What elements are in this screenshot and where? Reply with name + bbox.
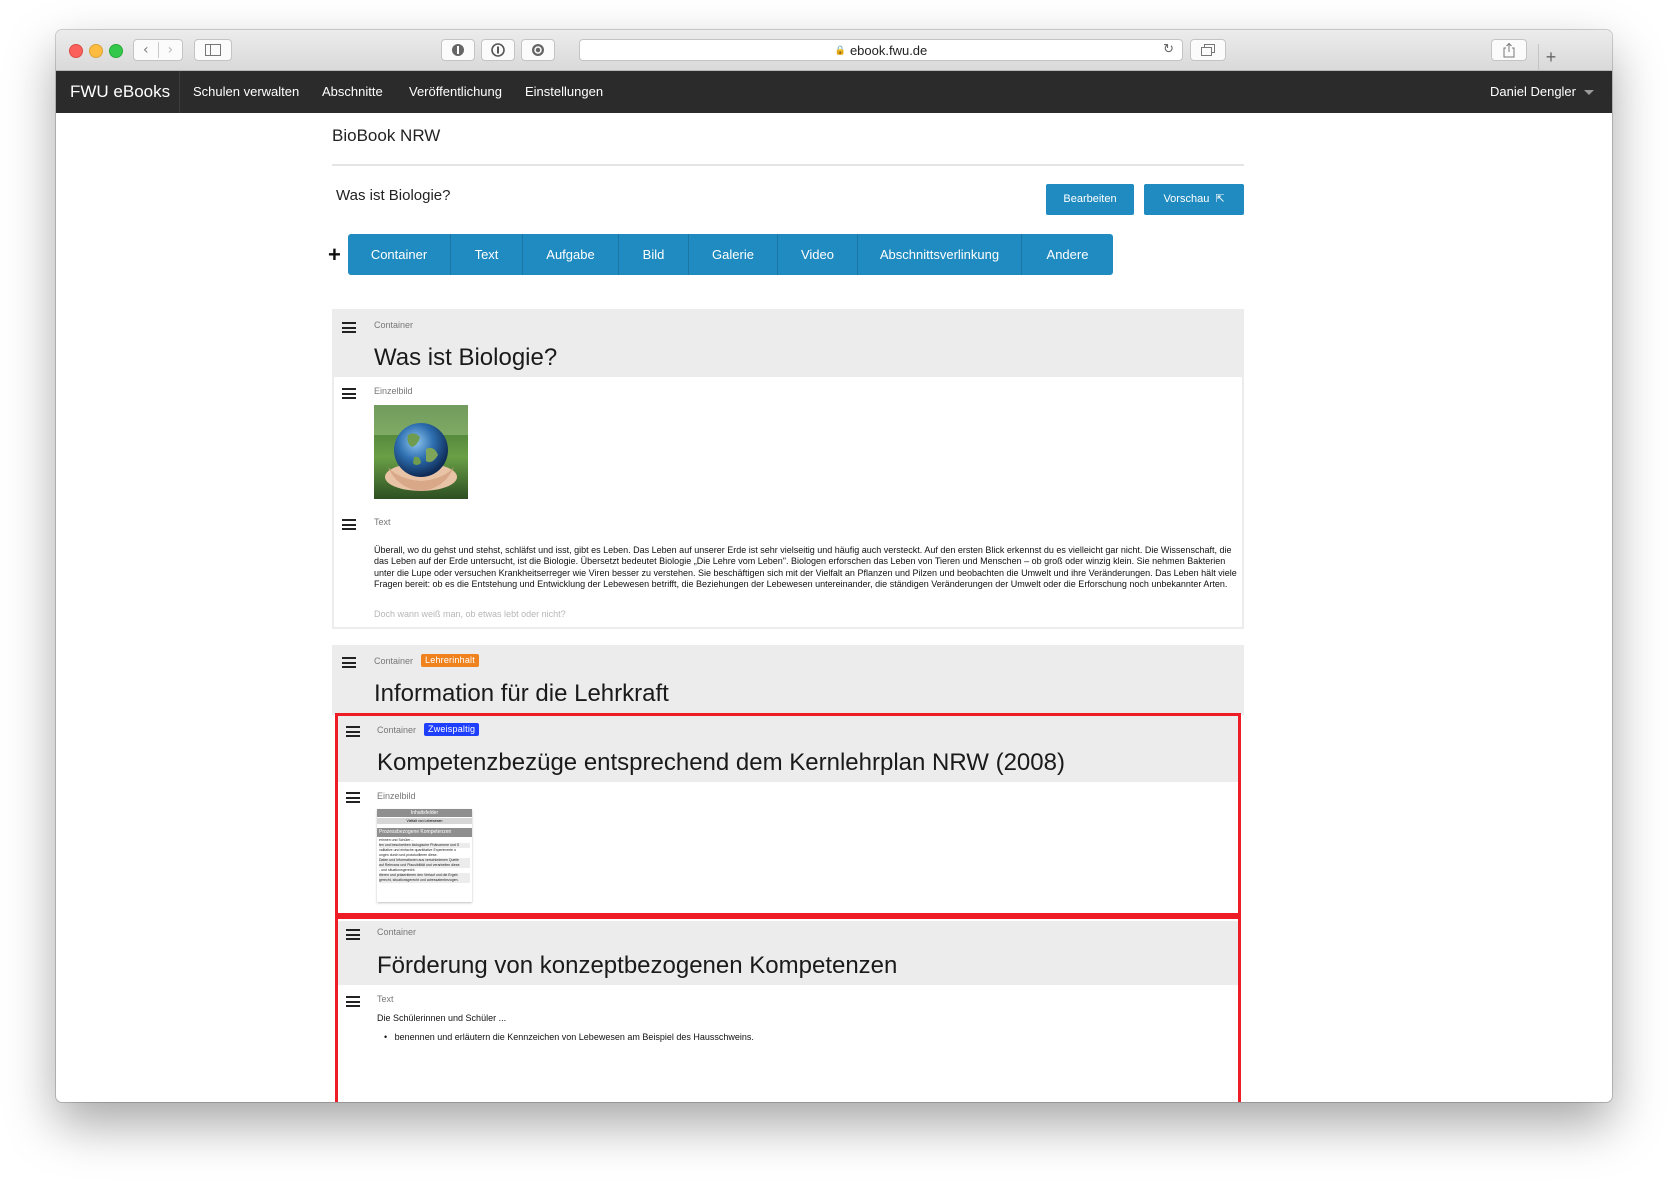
chevron-left-icon[interactable]: ‹ bbox=[134, 42, 158, 58]
insert-container-button[interactable]: Container bbox=[348, 234, 451, 275]
kompetenz-table-thumbnail[interactable]: Inhaltsfelder Vielfalt von Lebewesen Pro… bbox=[377, 809, 472, 902]
chevron-right-icon[interactable]: › bbox=[157, 42, 183, 58]
list-item-text: benennen und erläutern die Kennzeichen v… bbox=[394, 1032, 754, 1042]
password-manager-icon bbox=[491, 43, 505, 57]
section-title: Was ist Biologie? bbox=[336, 187, 451, 204]
external-link-icon: ⇱ bbox=[1215, 193, 1225, 205]
insert-video-button[interactable]: Video bbox=[778, 234, 858, 275]
drag-handle-icon[interactable] bbox=[342, 322, 356, 333]
nav-item-veroeffentlichung[interactable]: Veröffentlichung bbox=[409, 71, 502, 113]
ghostery-icon bbox=[452, 44, 464, 56]
block-type-label: Container bbox=[377, 725, 417, 735]
block-type-label: Container bbox=[374, 320, 414, 330]
nav-item-einstellungen[interactable]: Einstellungen bbox=[525, 71, 603, 113]
block-type-label: Text bbox=[377, 994, 394, 1004]
title-divider bbox=[332, 164, 1244, 166]
plus-icon: + bbox=[1545, 46, 1557, 67]
text-paragraph: Überall, wo du gehst und stehst, schläfs… bbox=[374, 545, 1237, 589]
close-window-button[interactable] bbox=[69, 44, 83, 58]
nav-item-schulen[interactable]: Schulen verwalten bbox=[193, 71, 299, 113]
book-title: BioBook NRW bbox=[332, 126, 441, 145]
insert-galerie-button[interactable]: Galerie bbox=[689, 234, 778, 275]
block-type-label: Text bbox=[374, 517, 391, 527]
lock-icon: 🔒 bbox=[834, 44, 846, 55]
brand-link[interactable]: FWU eBooks bbox=[70, 71, 170, 113]
insert-andere-button[interactable]: Andere bbox=[1022, 234, 1113, 275]
block-type-label: Container bbox=[377, 927, 417, 937]
tabs-icon bbox=[1201, 44, 1215, 56]
grammarly-icon bbox=[532, 44, 544, 56]
thumb-band: Prozessbezogene Kompetenzen bbox=[377, 828, 472, 837]
drag-handle-icon[interactable] bbox=[342, 519, 356, 530]
container-heading: Förderung von konzeptbezogenen Kompetenz… bbox=[377, 952, 898, 979]
container-heading: Information für die Lehrkraft bbox=[374, 680, 669, 707]
container-heading: Kompetenzbezüge entsprechend dem Kernleh… bbox=[377, 749, 1065, 776]
insert-block-toolbar: Container Text Aufgabe Bild Galerie Vide… bbox=[348, 234, 1113, 275]
block-type-label: Einzelbild bbox=[377, 791, 416, 801]
back-forward-group: ‹ › bbox=[133, 39, 183, 61]
preview-button[interactable]: Vorschau ⇱ bbox=[1144, 184, 1244, 215]
block-type-label: Einzelbild bbox=[374, 386, 413, 396]
zweispaltig-badge: Zweispaltig bbox=[424, 723, 480, 736]
user-name: Daniel Dengler bbox=[1490, 84, 1576, 99]
share-icon bbox=[1503, 42, 1515, 57]
thumb-rows: erinnen und Schüler ... ten und beschrei… bbox=[377, 837, 472, 884]
earth-globe-illustration bbox=[374, 405, 468, 491]
nav-item-abschnitte[interactable]: Abschnitte bbox=[322, 71, 383, 113]
url-text: ebook.fwu.de bbox=[849, 42, 928, 58]
thumb-subheader: Vielfalt von Lebewesen bbox=[377, 818, 472, 824]
caret-down-icon bbox=[1584, 90, 1594, 96]
address-bar[interactable]: 🔒 ebook.fwu.de ↻ bbox=[579, 39, 1183, 61]
app-navbar: FWU eBooks Schulen verwalten Abschnitte … bbox=[56, 71, 1612, 113]
block-type-label: Container bbox=[374, 656, 414, 666]
insert-bild-button[interactable]: Bild bbox=[619, 234, 689, 275]
extension-button-1[interactable] bbox=[441, 39, 475, 61]
list-item: • benennen und erläutern die Kennzeichen… bbox=[384, 1032, 754, 1042]
text-faded-line: Doch wann weiß man, ob etwas lebt oder n… bbox=[374, 609, 566, 619]
drag-handle-icon[interactable] bbox=[346, 996, 360, 1007]
drag-handle-icon[interactable] bbox=[346, 726, 360, 737]
share-button[interactable] bbox=[1491, 39, 1527, 61]
text-intro: Die Schülerinnen und Schüler ... bbox=[377, 1013, 507, 1023]
reload-icon[interactable]: ↻ bbox=[1163, 42, 1174, 57]
edit-button-label: Bearbeiten bbox=[1063, 193, 1117, 205]
edit-button[interactable]: Bearbeiten bbox=[1046, 184, 1134, 215]
navbar-divider bbox=[179, 71, 180, 113]
extension-button-2[interactable] bbox=[481, 39, 515, 61]
thumb-row: gerecht, situationsgerecht und adressate… bbox=[379, 878, 470, 883]
tabs-overview-button[interactable] bbox=[1190, 39, 1226, 61]
drag-handle-icon[interactable] bbox=[346, 929, 360, 940]
user-menu[interactable]: Daniel Dengler bbox=[1490, 71, 1594, 113]
insert-abschnittsverlinkung-button[interactable]: Abschnittsverlinkung bbox=[858, 234, 1022, 275]
extension-button-3[interactable] bbox=[521, 39, 555, 61]
drag-handle-icon[interactable] bbox=[342, 388, 356, 399]
browser-window: ‹ › 🔒 ebook.fwu.de ↻ + FWU eBooks Schule… bbox=[56, 30, 1612, 1102]
browser-toolbar: ‹ › 🔒 ebook.fwu.de ↻ + bbox=[56, 30, 1612, 71]
insert-text-button[interactable]: Text bbox=[451, 234, 523, 275]
earth-in-hands-image[interactable] bbox=[374, 405, 468, 499]
add-block-icon: + bbox=[328, 242, 341, 267]
preview-button-label: Vorschau bbox=[1163, 193, 1210, 205]
lehrerinhalt-badge: Lehrerinhalt bbox=[421, 654, 479, 667]
container-heading: Was ist Biologie? bbox=[374, 344, 558, 371]
minimize-window-button[interactable] bbox=[89, 44, 103, 58]
new-tab-button[interactable]: + bbox=[1538, 44, 1563, 70]
highlight-box bbox=[335, 916, 1241, 1102]
sidebar-toggle-button[interactable] bbox=[194, 39, 232, 61]
insert-aufgabe-button[interactable]: Aufgabe bbox=[523, 234, 619, 275]
drag-handle-icon[interactable] bbox=[342, 657, 356, 668]
maximize-window-button[interactable] bbox=[109, 44, 123, 58]
sidebar-icon bbox=[205, 44, 221, 56]
thumb-header: Inhaltsfelder bbox=[377, 809, 472, 817]
drag-handle-icon[interactable] bbox=[346, 792, 360, 803]
